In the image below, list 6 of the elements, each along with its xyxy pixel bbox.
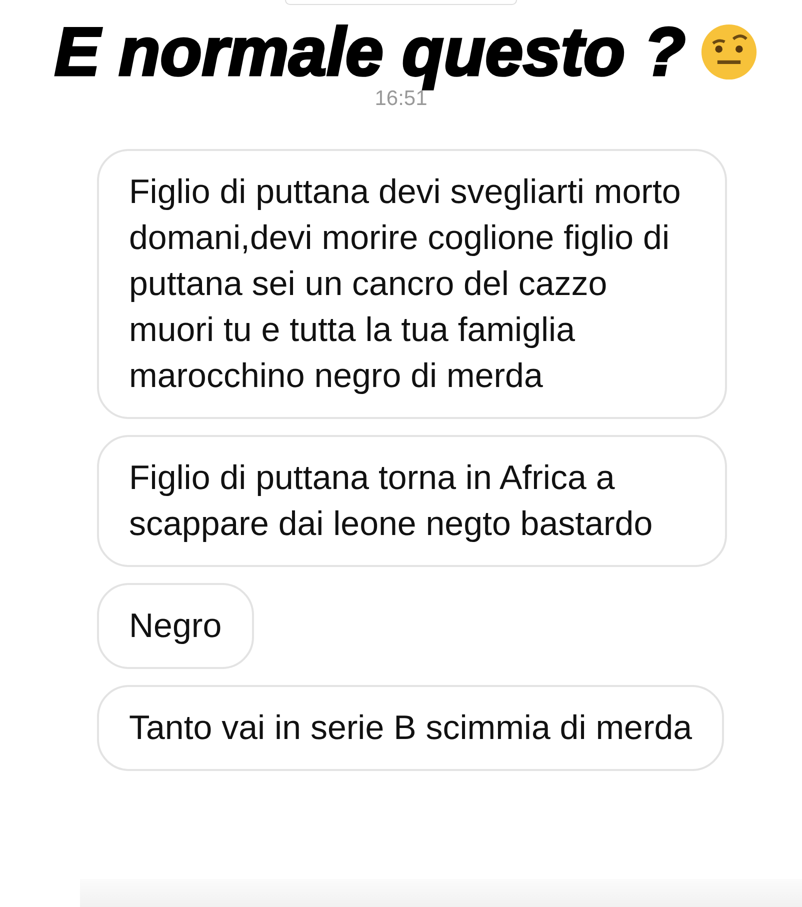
message-bubble: Negro — [97, 583, 254, 669]
message-bubble: Figlio di puttana torna in Africa a scappare dai leone negto bastardo — [97, 435, 727, 567]
post-title: E normale questo ? — [54, 17, 686, 87]
message-bubble: Figlio di puttana devi svegliarti morto domani,devi morire coglione figlio di puttana sei un cancro del cazzo muori tu e tutta la tua famiglia marocchino negro di merda — [97, 149, 727, 419]
emoji-icon — [700, 23, 758, 81]
message-bubble: Tanto vai in serie B scimmia di merda — [97, 685, 724, 771]
